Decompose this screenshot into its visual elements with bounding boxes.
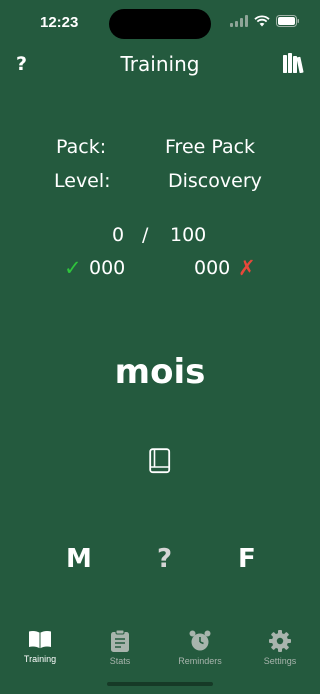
book-icon: [149, 448, 171, 474]
correct-count: 000: [89, 257, 126, 279]
tab-label: Stats: [109, 656, 131, 666]
feminine-button[interactable]: F: [238, 544, 256, 574]
progress-current: 0: [112, 224, 125, 246]
tab-stats[interactable]: Stats: [80, 630, 160, 666]
pack-value: Free Pack: [165, 136, 256, 158]
cross-icon: ✗: [238, 256, 256, 280]
book-open-icon: [29, 630, 51, 649]
dynamic-island: [109, 9, 211, 39]
wifi-icon: [254, 15, 270, 27]
tab-settings[interactable]: Settings: [240, 630, 320, 666]
clipboard-icon: [111, 630, 129, 652]
progress-total: 100: [170, 224, 207, 246]
gear-icon: [269, 630, 291, 652]
alarm-clock-icon: [189, 630, 211, 651]
home-indicator: [107, 682, 213, 686]
status-icons: [230, 15, 300, 27]
tab-label: Training: [23, 654, 57, 664]
pack-label: Pack:: [56, 136, 107, 158]
checkmark-icon: ✓: [64, 256, 82, 280]
status-time: 12:23: [40, 14, 79, 31]
masculine-button[interactable]: M: [66, 544, 92, 574]
quiz-word: mois: [114, 352, 206, 392]
tab-training[interactable]: Training: [0, 630, 80, 664]
signal-icon: [230, 15, 248, 27]
progress-separator: /: [142, 224, 149, 246]
books-icon: [283, 53, 304, 74]
level-value: Discovery: [168, 170, 262, 192]
tab-label: Settings: [263, 656, 297, 666]
library-button[interactable]: [283, 53, 305, 77]
wrong-count: 000: [194, 257, 231, 279]
unknown-button[interactable]: ?: [157, 544, 172, 574]
dictionary-button[interactable]: [149, 448, 171, 478]
page-title: Training: [120, 52, 200, 76]
battery-icon: [276, 15, 299, 27]
tab-reminders[interactable]: Reminders: [160, 630, 240, 666]
tab-label: Reminders: [178, 656, 222, 666]
level-label: Level:: [54, 170, 111, 192]
